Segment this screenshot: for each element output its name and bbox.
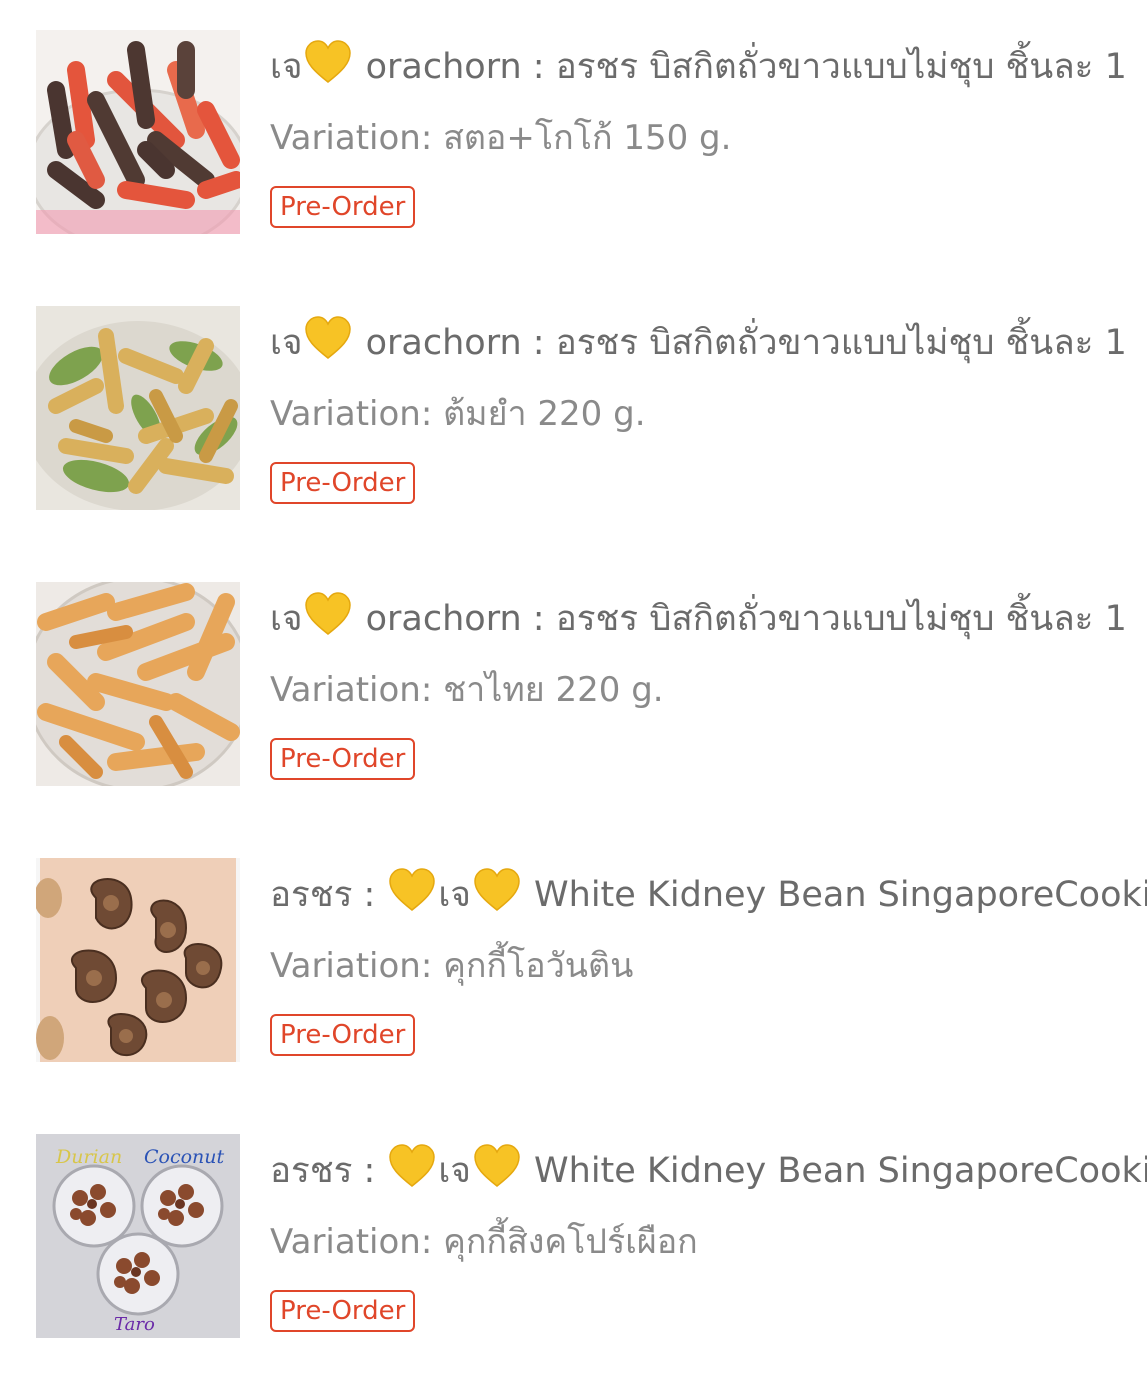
yellow-heart-icon bbox=[388, 868, 436, 912]
yellow-heart-icon bbox=[473, 868, 521, 912]
image-label-durian: Durian bbox=[56, 1146, 123, 1168]
product-title[interactable]: เจ orachorn : อรชร บิสกิตถั่วขาวแบบไม่ชุ… bbox=[270, 316, 1127, 365]
order-item-list: เจ orachorn : อรชร บิสกิตถั่วขาวแบบไม่ชุ… bbox=[0, 0, 1147, 1373]
title-text: orachorn : อรชร บิสกิตถั่วขาวแบบไม่ชุบ ช… bbox=[354, 599, 1127, 639]
order-item[interactable]: Durian Coconut Taro อรชร : เจ White Kidn… bbox=[0, 1134, 1147, 1374]
product-thumbnail[interactable] bbox=[36, 582, 240, 786]
title-text: orachorn : อรชร บิสกิตถั่วขาวแบบไม่ชุบ ช… bbox=[354, 47, 1127, 87]
title-prefix: เจ bbox=[270, 47, 303, 87]
product-thumbnail[interactable] bbox=[36, 858, 240, 1062]
title-text: orachorn : อรชร บิสกิตถั่วขาวแบบไม่ชุบ ช… bbox=[354, 323, 1127, 363]
image-label-coconut: Coconut bbox=[144, 1146, 225, 1168]
product-title[interactable]: เจ orachorn : อรชร บิสกิตถั่วขาวแบบไม่ชุ… bbox=[270, 592, 1127, 641]
title-text: White Kidney Bean SingaporeCookie bbox=[522, 1151, 1147, 1191]
product-thumbnail[interactable] bbox=[36, 30, 240, 234]
yellow-heart-icon bbox=[388, 1144, 436, 1188]
order-item[interactable]: อรชร : เจ White Kidney Bean SingaporeCoo… bbox=[0, 858, 1147, 1098]
variation-text: Variation: สตอ+โกโก้ 150 g. bbox=[270, 118, 732, 158]
pre-order-badge: Pre-Order bbox=[270, 186, 416, 228]
order-item-info: อรชร : เจ White Kidney Bean SingaporeCoo… bbox=[270, 1134, 1147, 1374]
order-item-info: เจ orachorn : อรชร บิสกิตถั่วขาวแบบไม่ชุ… bbox=[270, 582, 1147, 822]
order-item-info: อรชร : เจ White Kidney Bean SingaporeCoo… bbox=[270, 858, 1147, 1098]
order-item[interactable]: เจ orachorn : อรชร บิสกิตถั่วขาวแบบไม่ชุ… bbox=[0, 582, 1147, 822]
order-item-info: เจ orachorn : อรชร บิสกิตถั่วขาวแบบไม่ชุ… bbox=[270, 306, 1147, 546]
pre-order-badge: Pre-Order bbox=[270, 462, 416, 504]
variation-text: Variation: ชาไทย 220 g. bbox=[270, 670, 664, 710]
product-thumbnail[interactable]: Durian Coconut Taro bbox=[36, 1134, 240, 1338]
title-prefix: เจ bbox=[270, 599, 303, 639]
order-item[interactable]: เจ orachorn : อรชร บิสกิตถั่วขาวแบบไม่ชุ… bbox=[0, 306, 1147, 546]
yellow-heart-icon bbox=[304, 40, 352, 84]
title-prefix: อรชร : bbox=[270, 875, 387, 915]
product-title[interactable]: เจ orachorn : อรชร บิสกิตถั่วขาวแบบไม่ชุ… bbox=[270, 40, 1127, 89]
pre-order-badge: Pre-Order bbox=[270, 738, 416, 780]
yellow-heart-icon bbox=[473, 1144, 521, 1188]
title-prefix: อรชร : bbox=[270, 1151, 387, 1191]
title-text: White Kidney Bean SingaporeCookie bbox=[522, 875, 1147, 915]
product-thumbnail[interactable] bbox=[36, 306, 240, 510]
title-mid: เจ bbox=[438, 1151, 471, 1191]
title-mid: เจ bbox=[438, 875, 471, 915]
yellow-heart-icon bbox=[304, 316, 352, 360]
product-title[interactable]: อรชร : เจ White Kidney Bean SingaporeCoo… bbox=[270, 868, 1147, 917]
title-prefix: เจ bbox=[270, 323, 303, 363]
variation-text: Variation: คุกกี้สิงคโปร์เผือก bbox=[270, 1222, 698, 1262]
variation-text: Variation: ต้มยำ 220 g. bbox=[270, 394, 646, 434]
variation-text: Variation: คุกกี้โอวันติน bbox=[270, 946, 634, 986]
product-title[interactable]: อรชร : เจ White Kidney Bean SingaporeCoo… bbox=[270, 1144, 1147, 1193]
pre-order-badge: Pre-Order bbox=[270, 1290, 416, 1332]
pre-order-badge: Pre-Order bbox=[270, 1014, 416, 1056]
order-item[interactable]: เจ orachorn : อรชร บิสกิตถั่วขาวแบบไม่ชุ… bbox=[0, 30, 1147, 270]
image-label-taro: Taro bbox=[114, 1314, 155, 1335]
order-item-info: เจ orachorn : อรชร บิสกิตถั่วขาวแบบไม่ชุ… bbox=[270, 30, 1147, 270]
yellow-heart-icon bbox=[304, 592, 352, 636]
